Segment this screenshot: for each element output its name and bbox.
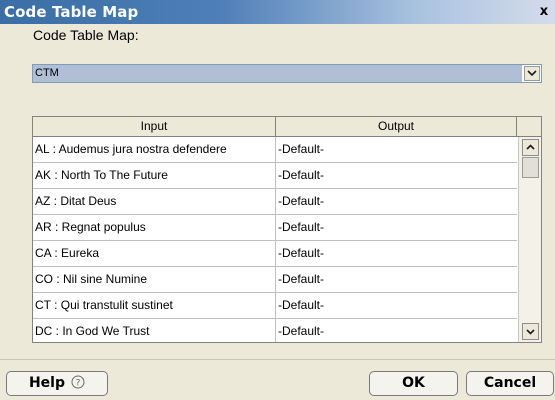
close-icon: x	[539, 4, 549, 19]
ok-button[interactable]: OK	[369, 371, 458, 396]
table-row[interactable]: AZ : Ditat Deus -Default-	[33, 189, 517, 215]
column-header-output[interactable]: Output	[276, 117, 517, 137]
svg-text:?: ?	[76, 379, 81, 389]
output-cell[interactable]: -Default-	[276, 293, 517, 318]
header-corner	[517, 117, 541, 137]
cancel-button-label: Cancel	[483, 375, 537, 391]
output-cell[interactable]: -Default-	[276, 215, 517, 240]
question-circle-icon: ?	[71, 375, 85, 391]
table-body: AL : Audemus jura nostra defendere -Defa…	[33, 137, 517, 342]
input-cell[interactable]: AZ : Ditat Deus	[33, 189, 276, 214]
button-separator	[0, 359, 555, 360]
scroll-down-button[interactable]	[522, 323, 539, 340]
output-cell[interactable]: -Default-	[276, 163, 517, 188]
window-title: Code Table Map	[4, 3, 139, 21]
input-cell[interactable]: CT : Qui transtulit sustinet	[33, 293, 276, 318]
input-cell[interactable]: CA : Eureka	[33, 241, 276, 266]
output-cell[interactable]: -Default-	[276, 267, 517, 292]
input-cell[interactable]: DC : In God We Trust	[33, 319, 276, 342]
chevron-down-icon	[526, 329, 535, 335]
ok-button-label: OK	[402, 375, 425, 391]
code-table-map-dialog: Code Table Map x Code Table Map: CTM Inp…	[0, 0, 555, 400]
close-button[interactable]: x	[536, 4, 552, 20]
column-header-input[interactable]: Input	[33, 117, 276, 137]
table-row[interactable]: DC : In God We Trust -Default-	[33, 319, 517, 342]
table-row[interactable]: CA : Eureka -Default-	[33, 241, 517, 267]
chevron-down-icon	[527, 70, 537, 77]
mapping-table: Input Output AL : Audemus jura nostra de…	[32, 116, 542, 343]
table-row[interactable]: AK : North To The Future -Default-	[33, 163, 517, 189]
output-cell[interactable]: -Default-	[276, 137, 517, 162]
cancel-button[interactable]: Cancel	[466, 371, 554, 396]
output-cell[interactable]: -Default-	[276, 319, 517, 342]
table-row[interactable]: AL : Audemus jura nostra defendere -Defa…	[33, 137, 517, 163]
output-cell[interactable]: -Default-	[276, 189, 517, 214]
table-row[interactable]: CO : Nil sine Numine -Default-	[33, 267, 517, 293]
table-row[interactable]: AR : Regnat populus -Default-	[33, 215, 517, 241]
chevron-up-icon	[526, 144, 535, 150]
input-cell[interactable]: AK : North To The Future	[33, 163, 276, 188]
input-cell[interactable]: CO : Nil sine Numine	[33, 267, 276, 292]
input-cell[interactable]: AR : Regnat populus	[33, 215, 276, 240]
vertical-scrollbar[interactable]	[518, 137, 541, 342]
code-table-map-select[interactable]: CTM	[32, 64, 542, 83]
title-bar[interactable]: Code Table Map x	[0, 0, 555, 24]
input-cell[interactable]: AL : Audemus jura nostra defendere	[33, 137, 276, 162]
help-button[interactable]: Help?	[6, 371, 108, 396]
dropdown-button[interactable]	[524, 66, 540, 81]
code-table-map-value: CTM	[33, 65, 522, 82]
help-button-label: Help	[28, 375, 66, 391]
table-row[interactable]: CT : Qui transtulit sustinet -Default-	[33, 293, 517, 319]
code-table-map-label: Code Table Map:	[33, 27, 139, 43]
output-cell[interactable]: -Default-	[276, 241, 517, 266]
scroll-thumb[interactable]	[522, 157, 539, 178]
scroll-up-button[interactable]	[522, 139, 539, 156]
